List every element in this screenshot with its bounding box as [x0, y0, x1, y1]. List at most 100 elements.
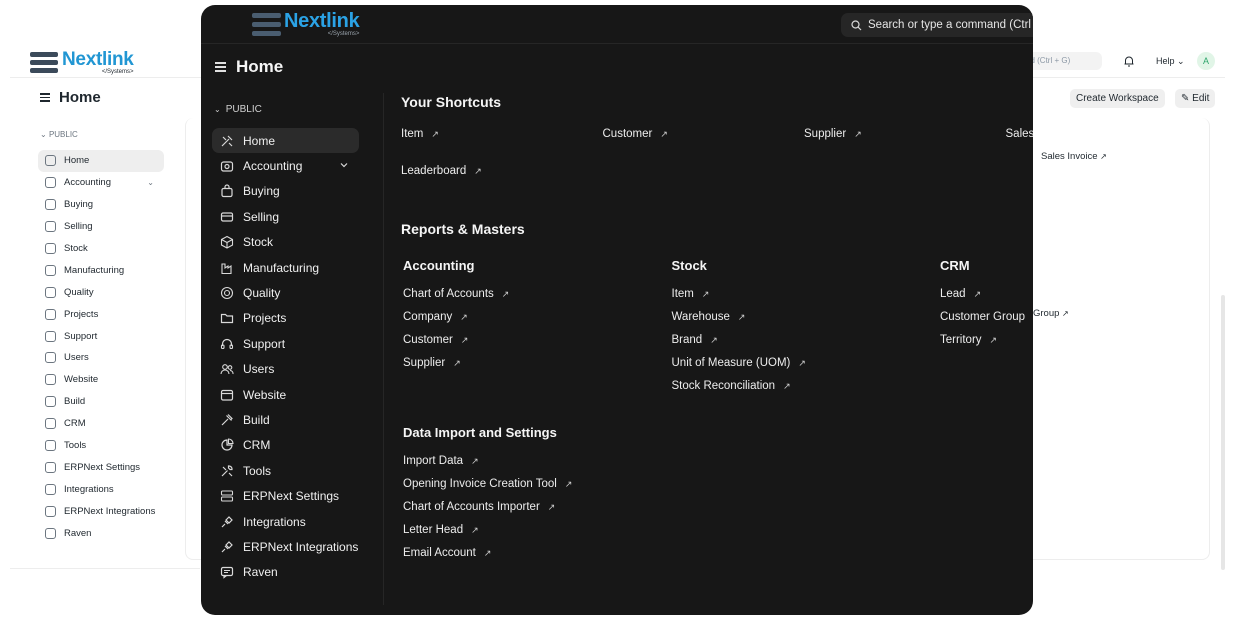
sidebar-item-raven[interactable]: Raven	[212, 560, 359, 585]
background-sidebar-item-integrations[interactable]: Integrations	[38, 478, 164, 500]
shortcut-sales[interactable]: Sales↗	[1006, 128, 1034, 140]
page-title-text: Home	[236, 57, 284, 76]
edit-label: Edit	[1192, 93, 1210, 104]
scrollbar[interactable]	[1221, 295, 1225, 570]
sidebar-item-quality[interactable]: Quality	[212, 280, 359, 305]
sidebar-item-erpnext-integrations[interactable]: ERPNext Integrations	[212, 534, 359, 559]
data-import-link-email-account[interactable]: Email Account ↗	[403, 547, 491, 559]
background-page-title-text: Home	[59, 89, 101, 106]
background-sidebar-item-build[interactable]: Build	[38, 391, 164, 413]
settings-icon	[220, 489, 234, 503]
sidebar-item-buying[interactable]: Buying	[212, 179, 359, 204]
background-sidebar-item-buying[interactable]: Buying	[38, 194, 164, 216]
background-sidebar-item-crm[interactable]: CRM	[38, 413, 164, 435]
arrow-up-right-icon: ↗	[989, 334, 998, 345]
background-sidebar-item-manufacturing[interactable]: Manufacturing	[38, 259, 164, 281]
report-link-chart-of-accounts[interactable]: Chart of Accounts ↗	[403, 288, 509, 300]
sidebar-item-selling[interactable]: Selling	[212, 204, 359, 229]
chevron-down-icon[interactable]: ⌄	[147, 178, 154, 187]
sidebar-item-label: Manufacturing	[243, 260, 320, 275]
sidebar-item-projects[interactable]: Projects	[212, 306, 359, 331]
bell-icon[interactable]	[1122, 54, 1136, 68]
background-sidebar-item-projects[interactable]: Projects	[38, 303, 164, 325]
sidebar-item-support[interactable]: Support	[212, 331, 359, 356]
data-import-link-chart-of-accounts-importer[interactable]: Chart of Accounts Importer ↗	[403, 501, 555, 513]
report-link-company[interactable]: Company ↗	[403, 311, 468, 323]
report-link-supplier[interactable]: Supplier ↗	[403, 357, 461, 369]
report-link-customer-group[interactable]: Customer Group↗	[940, 311, 1033, 323]
bag-icon	[220, 184, 234, 198]
sidebar-item-label: Quality	[64, 286, 94, 298]
sidebar-item-label: Website	[64, 374, 99, 386]
sidebar-item-label: Accounting	[243, 159, 303, 174]
sidebar-item-manufacturing[interactable]: Manufacturing	[212, 255, 359, 280]
shortcut-item[interactable]: Item ↗	[401, 128, 439, 140]
logo[interactable]: Nextlink </Systems>	[252, 11, 360, 37]
tools-icon	[220, 134, 234, 148]
help-menu[interactable]: Help ⌄	[1156, 56, 1185, 67]
link-label: Leaderboard	[401, 165, 467, 177]
shortcut-customer[interactable]: Customer ↗	[603, 128, 668, 140]
sidebar-item-label: Build	[64, 396, 86, 408]
report-link-stock-reconciliation[interactable]: Stock Reconciliation ↗	[672, 380, 791, 392]
background-sidebar-item-users[interactable]: Users	[38, 347, 164, 369]
sidebar-item-label: Users	[243, 362, 275, 377]
data-import-link-import-data[interactable]: Import Data ↗	[403, 455, 479, 467]
arrow-up-right-icon: ↗	[710, 334, 718, 345]
background-sidebar-item-quality[interactable]: Quality	[38, 281, 164, 303]
hamburger-icon[interactable]	[215, 60, 226, 75]
sidebar-item-accounting[interactable]: Accounting	[212, 153, 359, 178]
arrow-up-right-icon: ↗	[701, 288, 710, 299]
background-sidebar-item-stock[interactable]: Stock	[38, 238, 164, 260]
background-sidebar-item-erpnext-settings[interactable]: ERPNext Settings	[38, 456, 164, 478]
hamburger-icon[interactable]	[40, 91, 50, 104]
sidebar-item-label: CRM	[243, 438, 271, 453]
help-label: Help	[1156, 56, 1175, 66]
navbar: Nextlink </Systems> Search or type a com…	[201, 5, 1033, 44]
chevron-down-icon[interactable]	[338, 159, 350, 171]
data-import-link-opening-invoice-creation-tool[interactable]: Opening Invoice Creation Tool ↗	[403, 478, 572, 490]
avatar[interactable]: A	[1197, 52, 1215, 70]
background-logo[interactable]: Nextlink </Systems>	[30, 50, 134, 75]
sidebar-item-erpnext-settings[interactable]: ERPNext Settings	[212, 483, 359, 508]
sidebar-item-website[interactable]: Website	[212, 382, 359, 407]
sidebar-item-integrations[interactable]: Integrations	[212, 509, 359, 534]
search-input[interactable]: Search or type a command (Ctrl	[841, 13, 1033, 37]
background-sidebar-item-tools[interactable]: Tools	[38, 435, 164, 457]
report-link-item[interactable]: Item ↗	[672, 288, 710, 300]
report-link-customer[interactable]: Customer ↗	[403, 334, 468, 346]
sidebar-item-stock[interactable]: Stock	[212, 230, 359, 255]
data-import-link-letter-head[interactable]: Letter Head ↗	[403, 524, 479, 536]
background-group-link[interactable]: Group ↗	[1033, 308, 1069, 319]
background-sidebar-item-support[interactable]: Support	[38, 325, 164, 347]
background-sidebar-item-accounting[interactable]: Accounting ⌄	[38, 172, 164, 194]
sidebar-item-crm[interactable]: CRM	[212, 433, 359, 458]
sidebar-item-home[interactable]: Home	[212, 128, 359, 154]
sidebar-item-build[interactable]: Build	[212, 407, 359, 432]
sidebar-item-tools[interactable]: Tools	[212, 458, 359, 483]
sidebar-section-label: PUBLIC	[225, 104, 262, 115]
report-link-lead[interactable]: Lead ↗	[940, 288, 981, 300]
background-sidebar-item-home[interactable]: Home	[38, 150, 164, 172]
sidebar: Home Accounting Buying Selling Stock Manufact…	[212, 128, 359, 585]
background-sidebar-item-selling[interactable]: Selling	[38, 216, 164, 238]
report-link-unit-of-measure-uom[interactable]: Unit of Measure (UOM) ↗	[672, 357, 806, 369]
background-sidebar-item-erpnext-integrations[interactable]: ERPNext Integrations	[38, 500, 164, 522]
sidebar-item-users[interactable]: Users	[212, 357, 359, 382]
link-label: Company	[403, 311, 453, 323]
report-link-territory[interactable]: Territory ↗	[940, 334, 997, 346]
background-sales-invoice-link[interactable]: Sales Invoice ↗	[1041, 151, 1107, 162]
background-sidebar-item-website[interactable]: Website	[38, 369, 164, 391]
reports-column-heading-accounting: Accounting	[403, 258, 475, 273]
browser-icon	[220, 388, 234, 402]
shortcut-leaderboard[interactable]: Leaderboard ↗	[401, 165, 482, 177]
shortcut-supplier[interactable]: Supplier ↗	[804, 128, 862, 140]
sidebar-section-public[interactable]: ⌄ PUBLIC	[214, 104, 262, 115]
background-sidebar-item-raven[interactable]: Raven	[38, 522, 164, 544]
edit-button[interactable]: ✎ Edit	[1175, 89, 1216, 108]
report-link-brand[interactable]: Brand ↗	[672, 334, 718, 346]
report-link-warehouse[interactable]: Warehouse ↗	[672, 311, 746, 323]
sidebar-icon	[45, 286, 56, 298]
create-workspace-button[interactable]: Create Workspace	[1070, 89, 1165, 108]
sidebar-icon	[45, 243, 56, 254]
